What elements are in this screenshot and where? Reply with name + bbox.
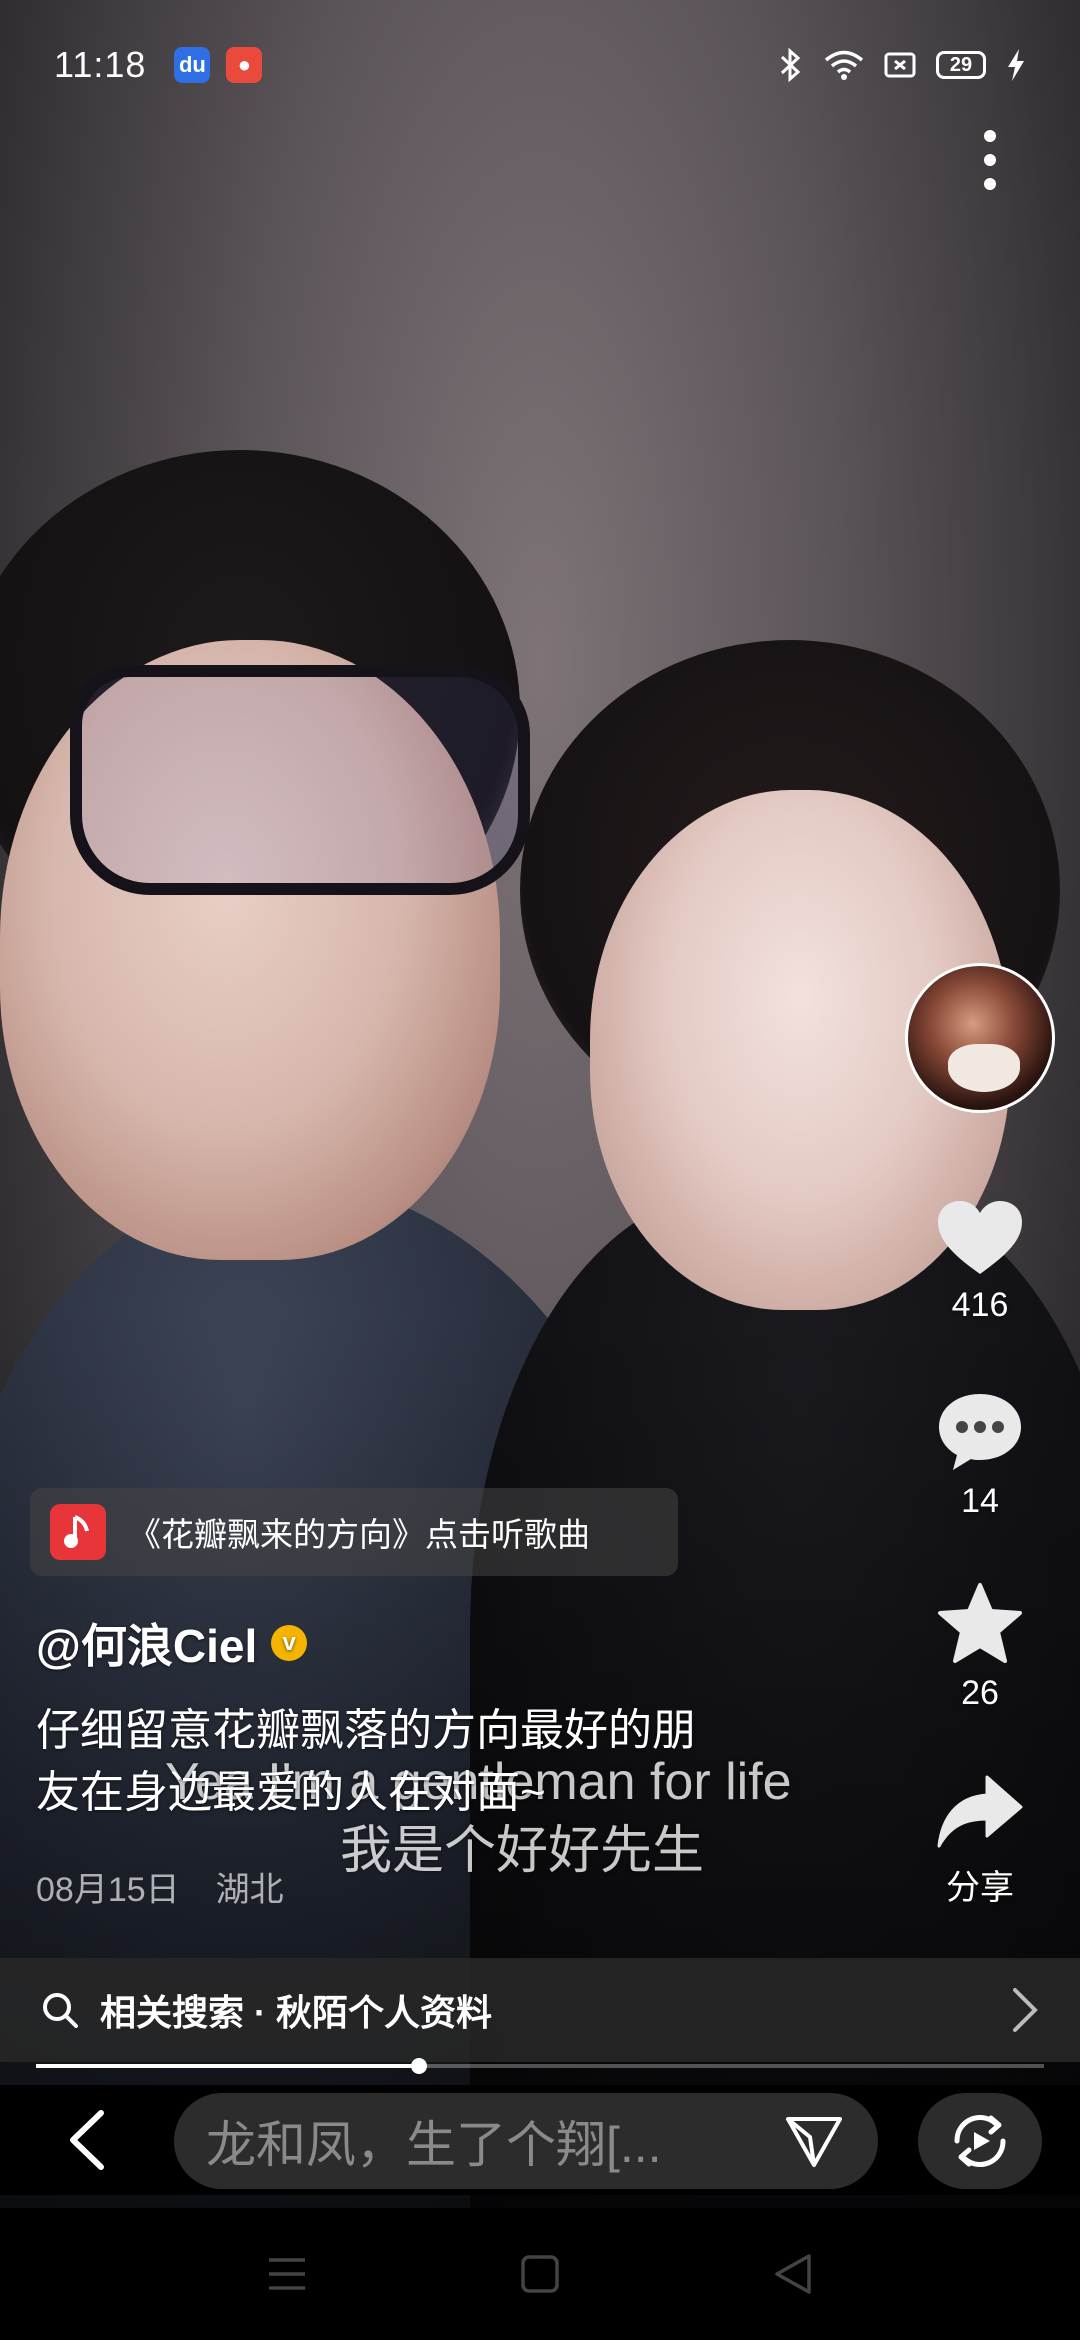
verified-badge-icon: v <box>271 1625 308 1661</box>
more-options-button[interactable] <box>960 120 1020 200</box>
status-bar: 11:18 du ● 29 <box>0 0 1080 130</box>
post-location: 湖北 <box>215 1871 284 1909</box>
post-date: 08月15日 <box>36 1871 180 1909</box>
author-avatar[interactable] <box>905 963 1055 1113</box>
replay-icon <box>954 2115 1006 2167</box>
wifi-icon <box>824 50 864 80</box>
like-count: 416 <box>951 1286 1009 1324</box>
home-square-icon <box>521 2255 559 2293</box>
menu-nav-button[interactable] <box>257 2244 317 2304</box>
video-frame-shape <box>70 665 530 895</box>
video-progress-bar[interactable] <box>36 2058 1044 2074</box>
app-screen: 11:18 du ● 29 416 14 26 分享 《花瓣飘来的方向》点击听歌… <box>0 0 1080 2340</box>
comment-bubble-icon <box>939 1394 1021 1470</box>
baidu-icon: du <box>174 47 211 83</box>
caption-line: 友在身边最爱的人在对面~ <box>36 1768 546 1817</box>
status-time: 11:18 <box>54 44 147 85</box>
related-search-text: 相关搜索 · 秋陌个人资料 <box>100 1992 492 2033</box>
battery-icon: 29 <box>936 51 986 79</box>
menu-icon <box>268 2258 305 2290</box>
favorite-count: 26 <box>961 1674 999 1712</box>
replay-button[interactable] <box>918 2093 1042 2189</box>
progress-fill <box>36 2064 420 2068</box>
status-icons: 29 <box>778 48 1026 82</box>
comment-button[interactable]: 14 <box>915 1390 1045 1521</box>
bluetooth-icon <box>780 48 801 82</box>
author-name: @何浪Ciel <box>36 1620 258 1672</box>
dot-icon <box>984 178 996 190</box>
comment-input[interactable]: 龙和凤，生了个翔[... <box>174 2093 878 2189</box>
chevron-right-icon <box>1013 1988 1038 2032</box>
progress-knob[interactable] <box>411 2058 428 2074</box>
back-triangle-icon <box>775 2254 812 2294</box>
post-caption[interactable]: 仔细留意花瓣飘落的方向最好的朋 友在身边最爱的人在对面~ <box>36 1700 816 1824</box>
dot-icon <box>984 154 996 166</box>
home-nav-button[interactable] <box>510 2244 570 2304</box>
comment-count: 14 <box>961 1482 999 1520</box>
caption-line: 仔细留意花瓣飘落的方向最好的朋 <box>36 1706 696 1755</box>
share-arrow-icon <box>937 1775 1023 1848</box>
system-nav-bar <box>0 2208 1080 2340</box>
related-search-bar[interactable]: 相关搜索 · 秋陌个人资料 <box>0 1958 1080 2062</box>
search-icon <box>43 1993 78 2028</box>
back-nav-button[interactable] <box>763 2244 823 2304</box>
avatar-face-mask <box>948 1044 1020 1092</box>
heart-icon <box>938 1201 1022 1274</box>
app-notification-icon: ● <box>226 47 263 83</box>
post-meta: 08月15日 湖北 <box>36 1862 284 1911</box>
star-icon <box>938 1583 1022 1663</box>
favorite-button[interactable]: 26 <box>915 1582 1045 1713</box>
send-icon[interactable] <box>782 2109 846 2173</box>
charging-icon <box>1008 49 1024 81</box>
dot-icon <box>984 130 996 142</box>
like-button[interactable]: 416 <box>915 1198 1045 1325</box>
music-title: 《花瓣飘来的方向》点击听歌曲 <box>128 1516 590 1553</box>
music-note-icon <box>50 1504 106 1560</box>
sim-icon <box>884 52 916 78</box>
comment-placeholder: 龙和凤，生了个翔[... <box>206 2117 662 2173</box>
bottom-action-bar: 龙和凤，生了个翔[... <box>0 2085 1080 2195</box>
share-label: 分享 <box>946 1869 1014 1907</box>
music-tag[interactable]: 《花瓣飘来的方向》点击听歌曲 <box>30 1488 678 1576</box>
back-arrow-icon[interactable] <box>55 2105 125 2175</box>
author-name-row[interactable]: @何浪Ciel v <box>36 1610 308 1676</box>
share-button[interactable]: 分享 <box>915 1772 1045 1909</box>
